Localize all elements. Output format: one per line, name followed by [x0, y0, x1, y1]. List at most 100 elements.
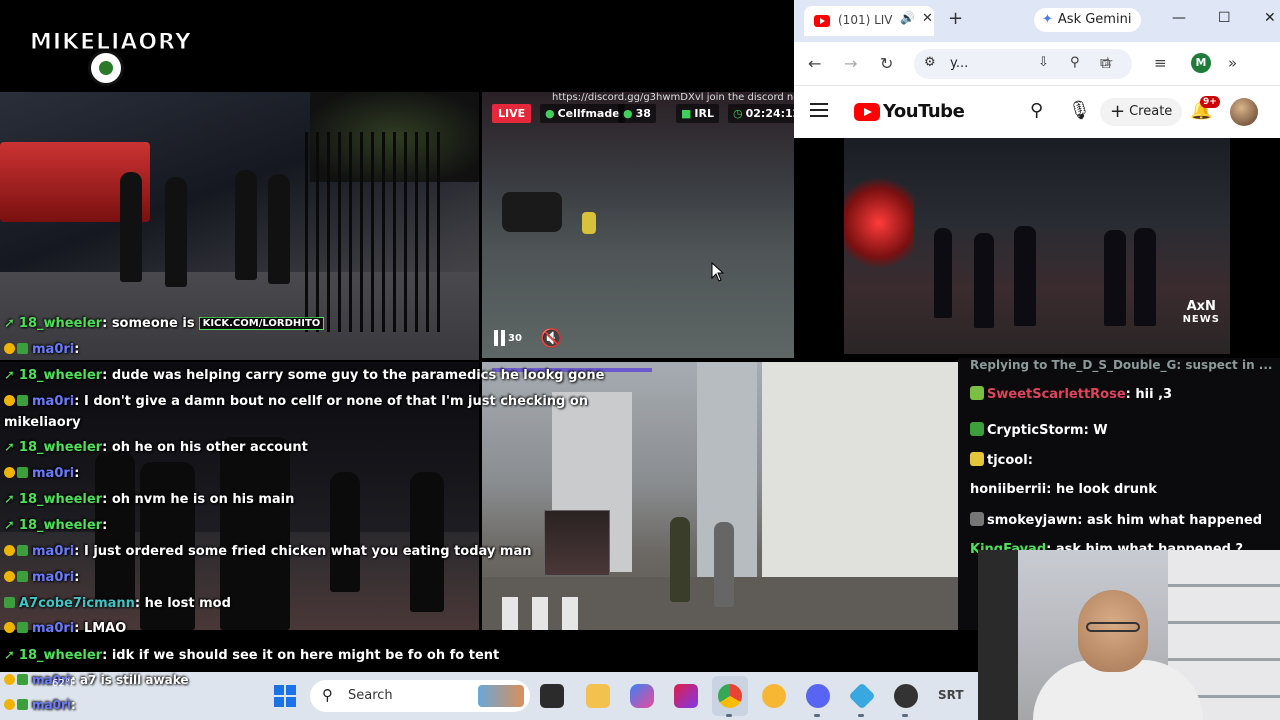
arrow-icon: ➚ — [4, 648, 15, 663]
minimize-button[interactable]: — — [1172, 10, 1186, 26]
axn-news-watermark: AxN NEWS — [1182, 299, 1220, 325]
people-icon: ● — [623, 107, 633, 120]
media-controls-icon[interactable]: ≡ — [1154, 54, 1167, 72]
badge-icon — [17, 395, 28, 406]
kick-tag: KICK.COM/LORDHITO — [198, 317, 325, 330]
close-window-button[interactable]: ✕ — [1264, 10, 1276, 26]
profile-avatar[interactable]: M — [1191, 53, 1211, 73]
chat-message: mikeliaory — [4, 415, 81, 430]
youtube-player[interactable]: AxN NEWS — [794, 138, 1280, 354]
chat-message: ma0ri: — [4, 342, 79, 357]
start-windows-icon[interactable] — [274, 685, 296, 707]
search-icon: ⚲ — [322, 686, 333, 704]
chat-message: tjcool: — [970, 452, 1033, 468]
chat-message: ➚ 18_wheeler: someone is KICK.COM/LORDHITO — [4, 316, 325, 331]
app-icon[interactable]: SRT — [938, 688, 964, 702]
sun-app-icon[interactable] — [762, 684, 786, 708]
tab-bar: (101) LIV 🔊 ✕ + ✦ Ask Gemini — ☐ ✕ — [794, 0, 1280, 42]
youtube-favicon-icon — [814, 15, 830, 27]
webcam-inset — [544, 510, 610, 576]
site-info-icon[interactable]: ⚙ — [924, 55, 936, 70]
streamer-logo: MIKELIAORY — [30, 12, 192, 92]
tab-close-icon[interactable]: ✕ — [922, 11, 933, 26]
chat-message: ➚ 18_wheeler: — [4, 518, 108, 533]
obs-icon[interactable] — [894, 684, 918, 708]
category-badge: ■ IRL — [676, 104, 719, 123]
badge-icon — [4, 343, 15, 354]
viewer-count: ● 38 — [618, 104, 656, 123]
chrome-icon[interactable] — [718, 684, 742, 708]
more-chevron-icon[interactable]: » — [1228, 54, 1237, 72]
new-tab-button[interactable]: + — [948, 9, 963, 29]
tab-youtube[interactable]: (101) LIV 🔊 ✕ — [804, 6, 934, 36]
app-icon[interactable] — [848, 682, 876, 710]
hydrant — [582, 212, 596, 234]
browser-window: (101) LIV 🔊 ✕ + ✦ Ask Gemini — ☐ ✕ ← → ↻ … — [794, 0, 1280, 354]
badge-icon — [970, 386, 984, 400]
extensions-icon[interactable]: ⧉ — [1100, 54, 1111, 72]
youtube-logo-icon[interactable] — [854, 103, 880, 121]
discord-icon[interactable] — [806, 684, 830, 708]
chat-message: ➚ 18_wheeler: oh nvm he is on his main — [4, 492, 295, 507]
tab-title: (101) LIV — [838, 13, 893, 27]
weather-temp: 62°F — [52, 678, 76, 689]
badge-icon — [4, 395, 15, 406]
app-icon[interactable] — [674, 684, 698, 708]
chat-message: ➚ 18_wheeler: idk if we should see it on … — [4, 648, 500, 663]
youtube-video[interactable]: AxN NEWS — [844, 138, 1230, 354]
streamer-badge: ● Cellfmade — [540, 104, 625, 123]
chat-message: ma0ri: I don't give a damn bout no cellf… — [4, 394, 588, 409]
create-button[interactable]: + Create — [1100, 98, 1183, 126]
badge-icon — [17, 343, 28, 354]
install-icon[interactable]: ⇩ — [1038, 55, 1049, 70]
menu-icon[interactable] — [810, 103, 828, 117]
badge-icon — [970, 422, 984, 436]
back-button[interactable]: ← — [808, 54, 821, 73]
zoom-icon[interactable]: ⚲ — [1070, 55, 1080, 70]
microphone-icon[interactable]: 🎙 — [1068, 100, 1091, 121]
reload-button[interactable]: ↻ — [880, 54, 893, 73]
logo-text: MIKELIAORY — [30, 30, 192, 56]
badge-icon — [17, 622, 28, 633]
chat-message: ma0ri: LMAO — [4, 621, 126, 636]
search-icon[interactable]: ⚲ — [1030, 100, 1043, 121]
ask-gemini-button[interactable]: ✦ Ask Gemini — [1034, 8, 1142, 32]
copilot-icon[interactable] — [630, 684, 654, 708]
screen: MIKELIAORY https://discord.gg/g3hwmDXvl … — [0, 0, 1280, 720]
chat-message: A7cobe7icmann: he lost mod — [4, 596, 231, 611]
badge-icon — [17, 571, 28, 582]
clock-icon: ◷ — [733, 107, 743, 120]
chat-message: ma0ri: — [4, 570, 79, 585]
user-avatar[interactable] — [1230, 98, 1258, 126]
gamepad-icon: ■ — [681, 107, 692, 120]
pause-button[interactable]: 30 — [494, 330, 522, 346]
chat-message: ma0ri: — [4, 698, 76, 712]
taskbar-search[interactable]: ⚲ Search — [310, 680, 530, 712]
file-explorer-icon[interactable] — [586, 684, 610, 708]
arrow-icon: ➚ — [4, 440, 15, 455]
speaker-icon[interactable]: 🔊 — [900, 11, 915, 25]
maximize-button[interactable]: ☐ — [1218, 10, 1231, 26]
user-icon: ● — [545, 107, 555, 120]
stream-video-top-center[interactable]: https://discord.gg/g3hwmDXvl join the di… — [482, 92, 794, 358]
youtube-logo-text[interactable]: YouTube — [883, 101, 965, 122]
chat-message: smokeyjawn: ask him what happened — [970, 512, 1262, 528]
forward-button[interactable]: → — [844, 54, 857, 73]
pause-icon — [494, 330, 498, 346]
badge-icon — [4, 674, 15, 685]
search-highlight-image — [478, 685, 524, 707]
fence — [305, 132, 445, 332]
arrow-icon: ➚ — [4, 518, 15, 533]
badge-icon — [17, 674, 28, 685]
arrow-icon: ➚ — [4, 368, 15, 383]
youtube-header: YouTube ⚲ 🎙 + Create 🔔 9+ — [794, 86, 1280, 138]
badge-icon — [4, 699, 15, 710]
mute-icon[interactable]: 🔇 — [540, 328, 562, 349]
arrow-icon: ➚ — [4, 316, 15, 331]
badge-icon — [17, 699, 28, 710]
chat-message: Replying to The_D_S_Double_G: suspect in… — [970, 358, 1273, 372]
task-view-icon[interactable] — [540, 684, 564, 708]
badge-icon — [4, 545, 15, 556]
live-badge: LIVE — [492, 104, 532, 123]
plus-icon: + — [1110, 101, 1126, 122]
